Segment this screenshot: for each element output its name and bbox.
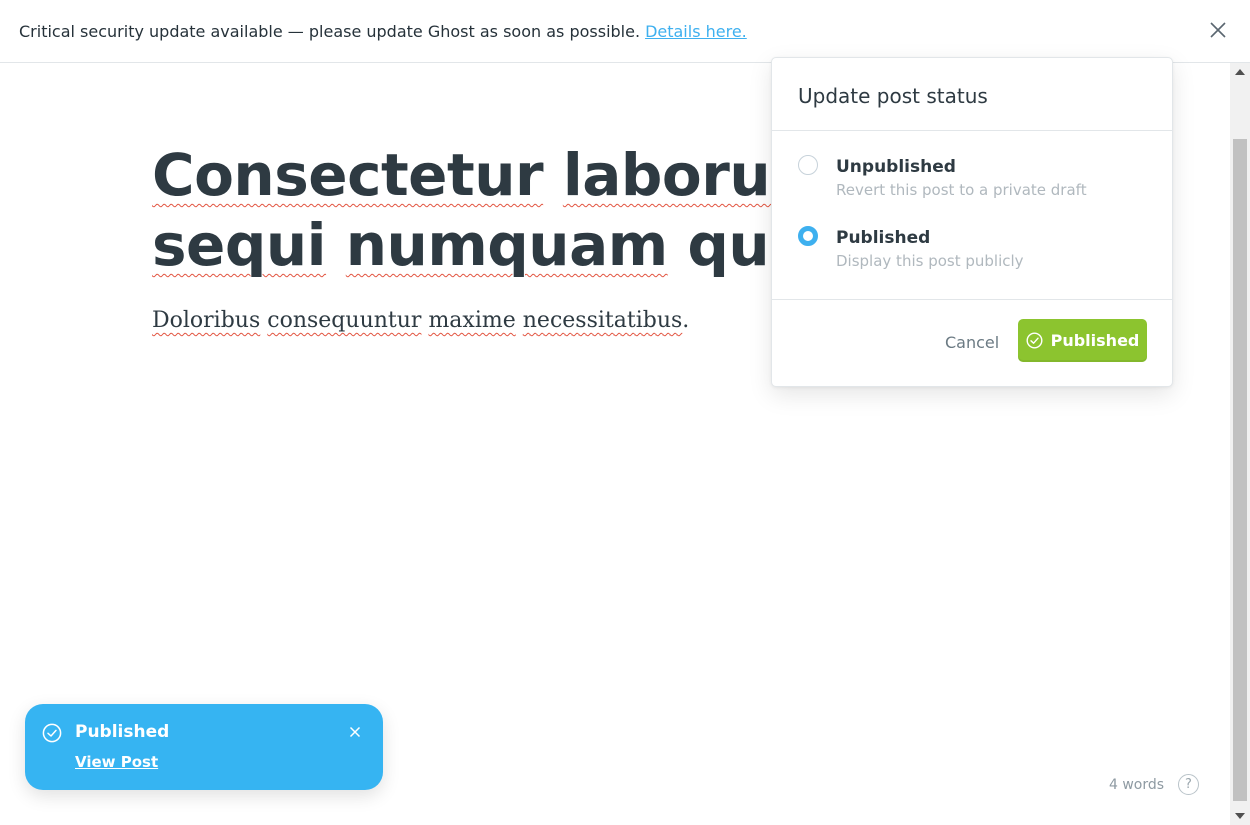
banner-message: Critical security update available — ple…: [19, 21, 641, 41]
popover-footer: Cancel Published: [772, 300, 1172, 386]
toast-title: Published: [75, 722, 170, 742]
unpublished-radio[interactable]: [798, 155, 818, 175]
body-end: .: [682, 308, 690, 333]
scroll-up-arrow-icon[interactable]: [1235, 69, 1245, 75]
published-button-label: Published: [1050, 331, 1140, 350]
close-icon[interactable]: [1208, 20, 1228, 40]
published-radio[interactable]: [798, 226, 818, 246]
status-options: Unpublished Revert this post to a privat…: [772, 131, 1172, 300]
option-published[interactable]: Published Display this post publicly: [798, 226, 1172, 297]
word-count: 4 words: [1109, 777, 1165, 793]
option-description: Display this post publicly: [836, 252, 1024, 270]
option-label: Published: [836, 228, 931, 248]
body-word: necessitatibus: [522, 308, 683, 333]
security-update-banner: Critical security update available — ple…: [0, 0, 1250, 63]
scroll-thumb[interactable]: [1233, 139, 1247, 801]
option-label: Unpublished: [836, 157, 956, 177]
check-circle-icon: [1026, 332, 1043, 349]
scroll-down-arrow-icon[interactable]: [1235, 813, 1245, 819]
body-word: consequuntur: [267, 308, 422, 333]
cancel-button[interactable]: Cancel: [945, 333, 999, 352]
banner-details-link[interactable]: Details here.: [645, 22, 747, 41]
vertical-scrollbar[interactable]: [1230, 63, 1250, 825]
published-toast: Published View Post: [25, 704, 383, 790]
title-word: numquam: [345, 211, 668, 279]
close-icon[interactable]: [349, 726, 361, 738]
published-button[interactable]: Published: [1018, 319, 1147, 362]
option-description: Revert this post to a private draft: [836, 181, 1087, 199]
check-circle-icon: [42, 723, 62, 743]
popover-title: Update post status: [772, 58, 1172, 131]
body-word: Doloribus: [152, 308, 261, 333]
view-post-link[interactable]: View Post: [75, 753, 158, 771]
help-label: ?: [1185, 777, 1192, 792]
body-word: maxime: [428, 308, 516, 333]
post-status-popover: Update post status Unpublished Revert th…: [771, 57, 1173, 387]
title-word: Consectetur: [152, 141, 544, 209]
option-text: Unpublished Revert this post to a privat…: [836, 157, 1087, 199]
title-word: sequi: [152, 211, 327, 279]
editor-page: Critical security update available — ple…: [0, 0, 1250, 825]
option-text: Published Display this post publicly: [836, 228, 1024, 270]
help-icon[interactable]: ?: [1178, 774, 1199, 795]
option-unpublished[interactable]: Unpublished Revert this post to a privat…: [798, 155, 1172, 226]
